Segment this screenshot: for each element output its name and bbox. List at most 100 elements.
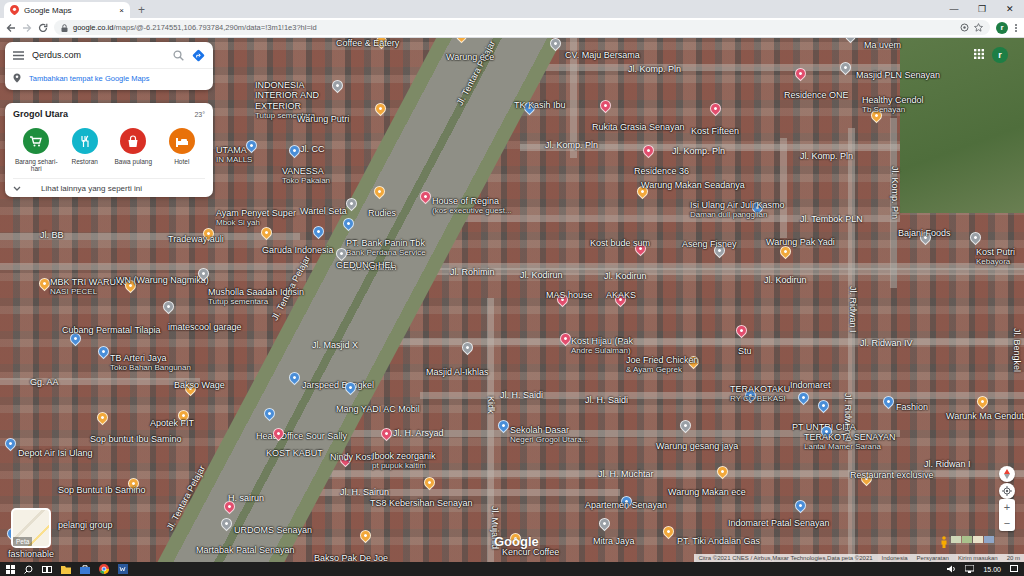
place-label[interactable]: Stu [738, 346, 752, 356]
map-pin[interactable] [734, 323, 750, 339]
place-label[interactable]: TK Kasih Ibu [514, 100, 566, 110]
place-label[interactable]: Ibook zeorganikpt pupuk kaltim [372, 451, 436, 471]
place-label[interactable]: TERAKOTA SENAYANLantai Mamer Sarana [804, 432, 896, 452]
place-label[interactable]: Rukita Grasia Senayan [592, 122, 685, 132]
map-pin[interactable] [816, 398, 832, 414]
place-label[interactable]: Kost bude sum [590, 238, 650, 248]
add-place-row[interactable]: Tambahkan tempat ke Google Maps [5, 68, 213, 90]
tab-close-button[interactable]: × [119, 6, 124, 15]
place-label[interactable]: Rudies [368, 208, 396, 218]
my-location-button[interactable] [999, 483, 1015, 499]
place-label[interactable]: VANESSAToko Pakaian [282, 166, 330, 186]
place-label[interactable]: Apartemen Senayan [585, 500, 667, 510]
satellite-map[interactable]: Jl. Tentara PelajarJl. Tentara PelajarJl… [0, 38, 1024, 562]
place-label[interactable]: AKAKS [606, 290, 636, 300]
back-arrow-icon[interactable] [6, 23, 16, 33]
place-label[interactable]: Isi Ulang Air Juli KasmoDaman dull pangg… [690, 200, 785, 220]
layer-toggle[interactable]: Peta [11, 508, 51, 548]
place-label[interactable]: GEDUNG HEL [336, 260, 396, 270]
map-pin[interactable] [708, 101, 724, 117]
map-pin[interactable] [597, 516, 613, 532]
map-pin[interactable] [843, 38, 859, 43]
place-label[interactable]: Residence ONE [784, 90, 849, 100]
place-label[interactable]: URDOMS Senayan [234, 525, 312, 535]
new-tab-button[interactable]: + [130, 2, 153, 18]
windows-start-icon[interactable] [6, 565, 15, 574]
map-pin[interactable] [37, 276, 53, 292]
place-label[interactable]: Ma uvem [864, 40, 901, 50]
place-label[interactable]: TS8 Kebersihan Senayan [370, 498, 473, 508]
category-button[interactable]: Bawa pulang [110, 128, 157, 172]
place-label[interactable]: TERAKOTAKURY CC BEKASI [730, 384, 790, 404]
file-explorer-icon[interactable] [61, 565, 71, 574]
place-label[interactable]: Healthy CendolTb Senayan [862, 95, 924, 115]
place-label[interactable]: Warung Putri [297, 114, 349, 124]
reload-icon[interactable] [38, 23, 48, 33]
footer-link[interactable]: Indonesia [882, 555, 908, 561]
place-label[interactable]: Wartel Seta [300, 206, 347, 216]
see-more-link[interactable]: Lihat lainnya yang seperti ini [41, 184, 142, 193]
place-label[interactable]: PT. Tiki Andalan Gas [677, 536, 760, 546]
place-label[interactable]: Garuda Indonesia [262, 245, 334, 255]
add-place-link[interactable]: Tambahkan tempat ke Google Maps [29, 74, 149, 83]
zoom-out-button[interactable]: − [1004, 515, 1010, 531]
task-view-icon[interactable] [42, 565, 52, 574]
place-label[interactable]: Bakso Pak De Joe [314, 553, 388, 562]
place-label[interactable]: Musholla Saadah IdrisinTutup sementara [208, 287, 304, 307]
notification-icon[interactable] [1010, 565, 1018, 573]
category-button[interactable]: Restoran [62, 128, 109, 172]
place-label[interactable]: Indomaret [790, 380, 831, 390]
place-label[interactable]: Martabak Patal Senayan [196, 545, 295, 555]
hamburger-menu-icon[interactable] [13, 51, 24, 60]
map-pin[interactable] [287, 143, 303, 159]
place-label[interactable]: Kost PutriKebayora [976, 247, 1015, 267]
word-icon[interactable] [118, 564, 128, 574]
profile-avatar[interactable]: r [996, 22, 1008, 34]
place-label[interactable]: Warung Makan ece [668, 487, 746, 497]
place-label[interactable]: PT. Bank Panin TbkBank Perdana Service [346, 238, 426, 258]
place-label[interactable]: Sekolah DasarNegeri Grogol Utara... [510, 425, 588, 445]
see-more-row[interactable]: Lihat lainnya yang seperti ini [13, 178, 205, 193]
place-label[interactable]: Indomaret Patal Senayan [728, 518, 830, 528]
star-icon[interactable] [974, 23, 983, 32]
footer-link[interactable]: 20 m [1007, 555, 1020, 561]
place-label[interactable]: Head Office Sour Sally [256, 431, 347, 441]
place-label[interactable]: Masjid PLN Senayan [856, 70, 940, 80]
place-label[interactable]: CV. Maju Bersama [565, 50, 640, 60]
compass-button[interactable] [999, 466, 1015, 482]
menu-dots-icon[interactable] [1014, 23, 1018, 33]
place-label[interactable]: Residence 36 [634, 166, 689, 176]
category-button[interactable]: Barang sehari-hari [13, 128, 60, 172]
map-pin[interactable] [330, 78, 346, 94]
place-label[interactable]: Nindy Kost [330, 452, 374, 462]
forward-arrow-icon[interactable] [22, 23, 32, 33]
map-pin[interactable] [96, 344, 112, 360]
place-label[interactable]: Apotek FIT [150, 418, 194, 428]
place-label[interactable]: Mitra Jaya [593, 536, 635, 546]
map-pin[interactable] [358, 528, 374, 544]
place-label[interactable]: WN (Warung Nagmika) [116, 275, 209, 285]
place-label[interactable]: Aseng Fisney [682, 239, 737, 249]
place-label[interactable]: Warung Makan Seadanya [641, 180, 745, 190]
map-pin[interactable] [598, 98, 614, 114]
map-pin[interactable] [661, 524, 677, 540]
place-label[interactable]: Tradeway auli [168, 234, 224, 244]
place-label[interactable]: Warung ece [446, 52, 494, 62]
map-pin[interactable] [161, 299, 177, 315]
place-label[interactable]: imatescool garage [168, 322, 242, 332]
place-label[interactable]: Ayam Penyet SuperMbok Si yah [216, 208, 296, 228]
place-label[interactable]: KOST KABUT [266, 448, 323, 458]
chrome-icon[interactable] [99, 564, 109, 574]
map-pin[interactable] [311, 224, 327, 240]
zoom-in-button[interactable]: + [1004, 499, 1010, 515]
place-label[interactable]: MAS house [546, 290, 593, 300]
map-pin[interactable] [95, 410, 111, 426]
account-avatar[interactable]: r [992, 47, 1008, 63]
place-label[interactable]: Masjid Al-Ikhlas [426, 367, 489, 377]
place-label[interactable]: Jarspeed Bengkel [302, 380, 374, 390]
map-pin[interactable] [3, 436, 19, 452]
map-pin[interactable] [422, 475, 438, 491]
network-icon[interactable] [965, 565, 974, 573]
place-label[interactable]: Sop Buntut Ib Samino [58, 485, 146, 495]
category-button[interactable]: Hotel [159, 128, 206, 172]
